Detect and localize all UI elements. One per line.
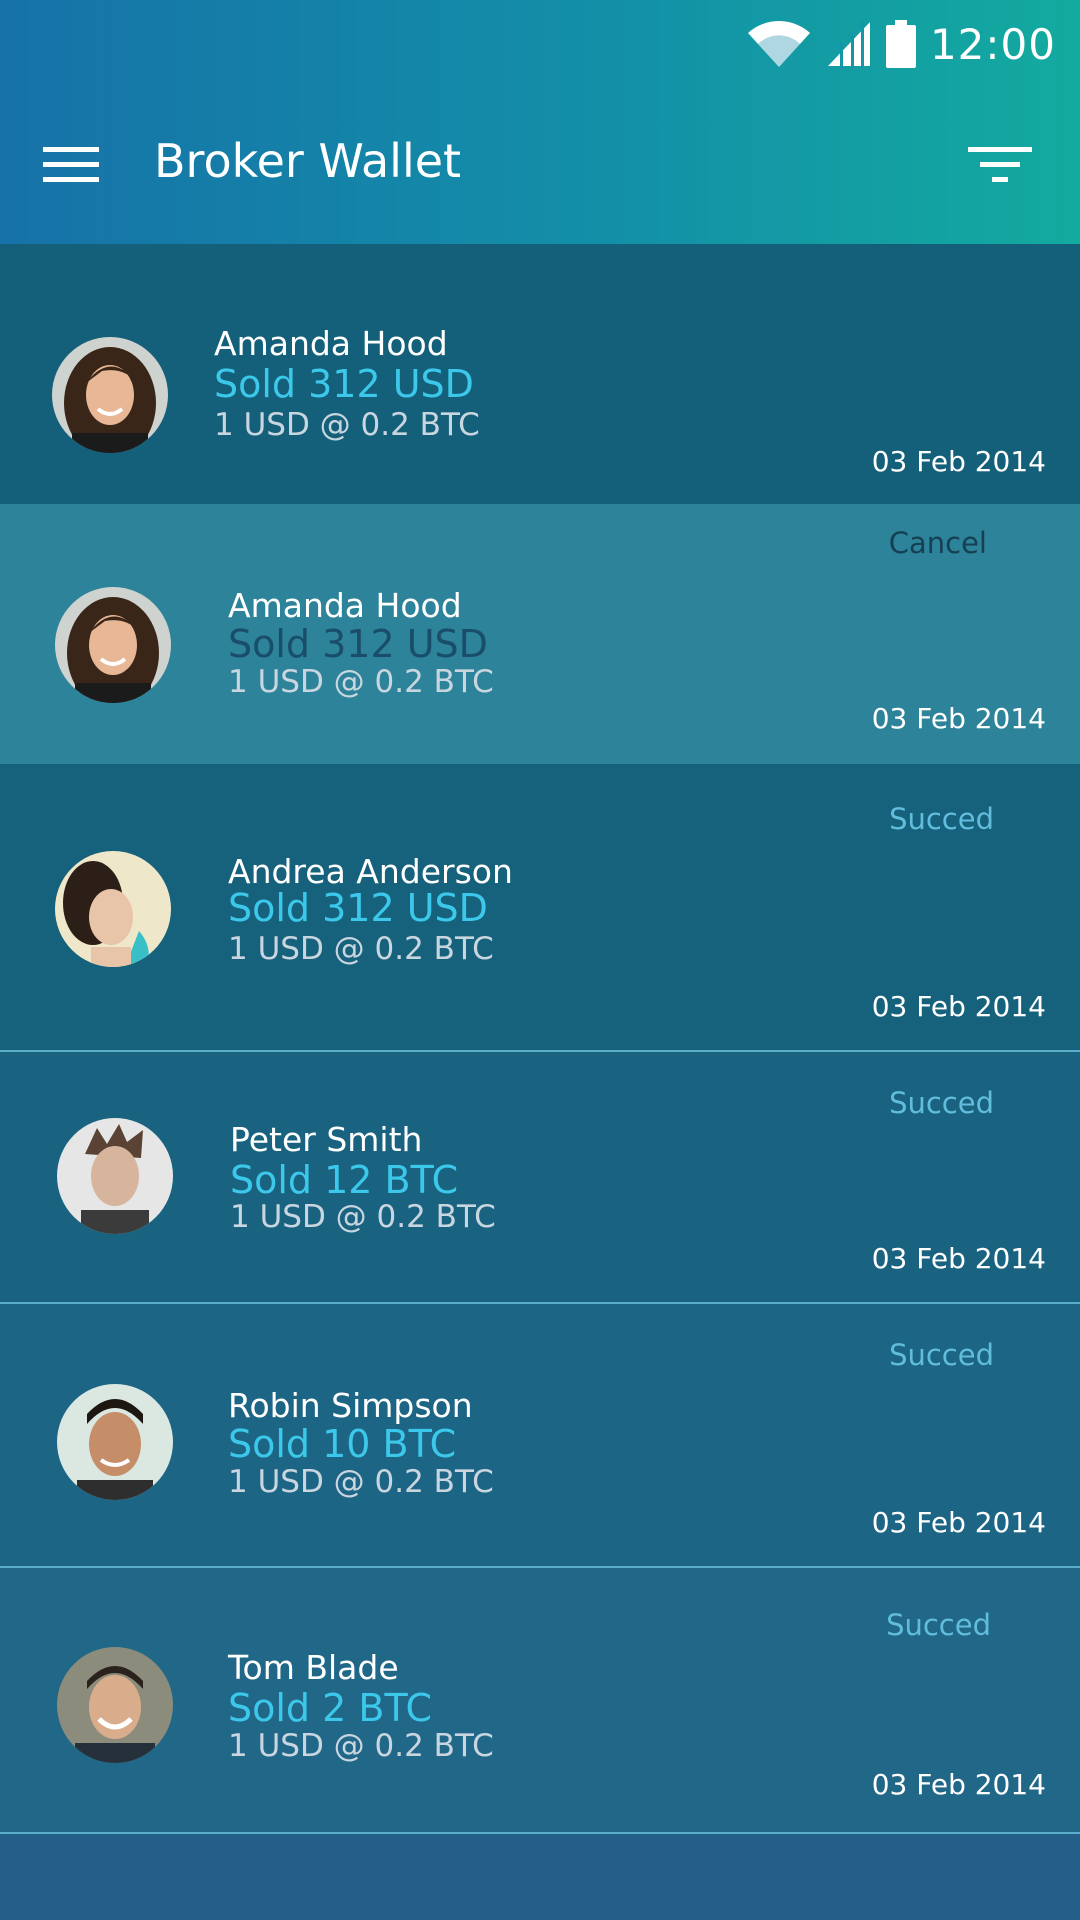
exchange-rate: 1 USD @ 0.2 BTC <box>228 1464 494 1500</box>
cancel-button[interactable]: Cancel <box>889 526 987 560</box>
transaction-row[interactable]: Amanda Hood Sold 312 USD 1 USD @ 0.2 BTC… <box>0 244 1080 504</box>
transaction-date: 03 Feb 2014 <box>871 990 1046 1023</box>
trader-name: Amanda Hood <box>228 586 462 625</box>
transaction-row-selected[interactable]: Cancel Amanda Hood Sold 312 USD 1 USD @ … <box>0 504 1080 764</box>
transaction-action: Sold 312 USD <box>228 886 488 930</box>
transaction-action: Sold 312 USD <box>214 362 474 406</box>
trader-name: Robin Simpson <box>228 1386 473 1425</box>
avatar <box>57 1384 173 1500</box>
status-label: Succed <box>889 802 994 836</box>
avatar <box>55 587 171 703</box>
trader-name: Amanda Hood <box>214 324 448 363</box>
trader-name: Tom Blade <box>228 1648 399 1687</box>
app-bar: 12:00 Broker Wallet <box>0 0 1080 244</box>
transaction-date: 03 Feb 2014 <box>871 1242 1046 1275</box>
status-bar: 12:00 <box>746 14 1056 74</box>
exchange-rate: 1 USD @ 0.2 BTC <box>228 931 494 967</box>
transaction-action: Sold 2 BTC <box>228 1686 432 1730</box>
filter-button[interactable] <box>960 130 1040 200</box>
status-label: Succed <box>886 1608 991 1642</box>
battery-icon <box>885 20 916 68</box>
transaction-row[interactable]: Succed Peter Smith Sold 12 BTC 1 USD @ 0… <box>0 1052 1080 1302</box>
filter-icon <box>968 147 1032 182</box>
exchange-rate: 1 USD @ 0.2 BTC <box>228 1728 494 1764</box>
status-label: Succed <box>889 1338 994 1372</box>
avatar <box>57 1118 173 1234</box>
wifi-icon <box>746 19 812 69</box>
avatar <box>52 337 168 453</box>
transaction-date: 03 Feb 2014 <box>871 445 1046 478</box>
exchange-rate: 1 USD @ 0.2 BTC <box>214 407 480 443</box>
transaction-row[interactable]: Succed Tom Blade Sold 2 BTC 1 USD @ 0.2 … <box>0 1568 1080 1832</box>
transaction-action: Sold 10 BTC <box>228 1422 457 1466</box>
status-time: 12:00 <box>929 19 1056 69</box>
avatar <box>55 851 171 967</box>
hamburger-menu-icon <box>43 147 99 182</box>
screen: 12:00 Broker Wallet Amanda Hood Sold 312… <box>0 0 1080 1920</box>
transaction-row[interactable]: Succed Andrea Anderson Sold 312 USD 1 US… <box>0 764 1080 1050</box>
page-title: Broker Wallet <box>154 134 462 188</box>
exchange-rate: 1 USD @ 0.2 BTC <box>228 664 494 700</box>
avatar <box>57 1647 173 1763</box>
trader-name: Peter Smith <box>230 1120 423 1159</box>
exchange-rate: 1 USD @ 0.2 BTC <box>230 1199 496 1235</box>
list-footer-area <box>0 1834 1080 1920</box>
status-label: Succed <box>889 1086 994 1120</box>
transaction-date: 03 Feb 2014 <box>871 1768 1046 1801</box>
transaction-date: 03 Feb 2014 <box>871 702 1046 735</box>
transaction-action: Sold 312 USD <box>228 622 488 666</box>
transaction-action: Sold 12 BTC <box>230 1158 459 1202</box>
menu-button[interactable] <box>36 130 106 200</box>
cell-signal-icon <box>826 20 872 68</box>
transaction-date: 03 Feb 2014 <box>871 1506 1046 1539</box>
transaction-row[interactable]: Succed Robin Simpson Sold 10 BTC 1 USD @… <box>0 1304 1080 1566</box>
